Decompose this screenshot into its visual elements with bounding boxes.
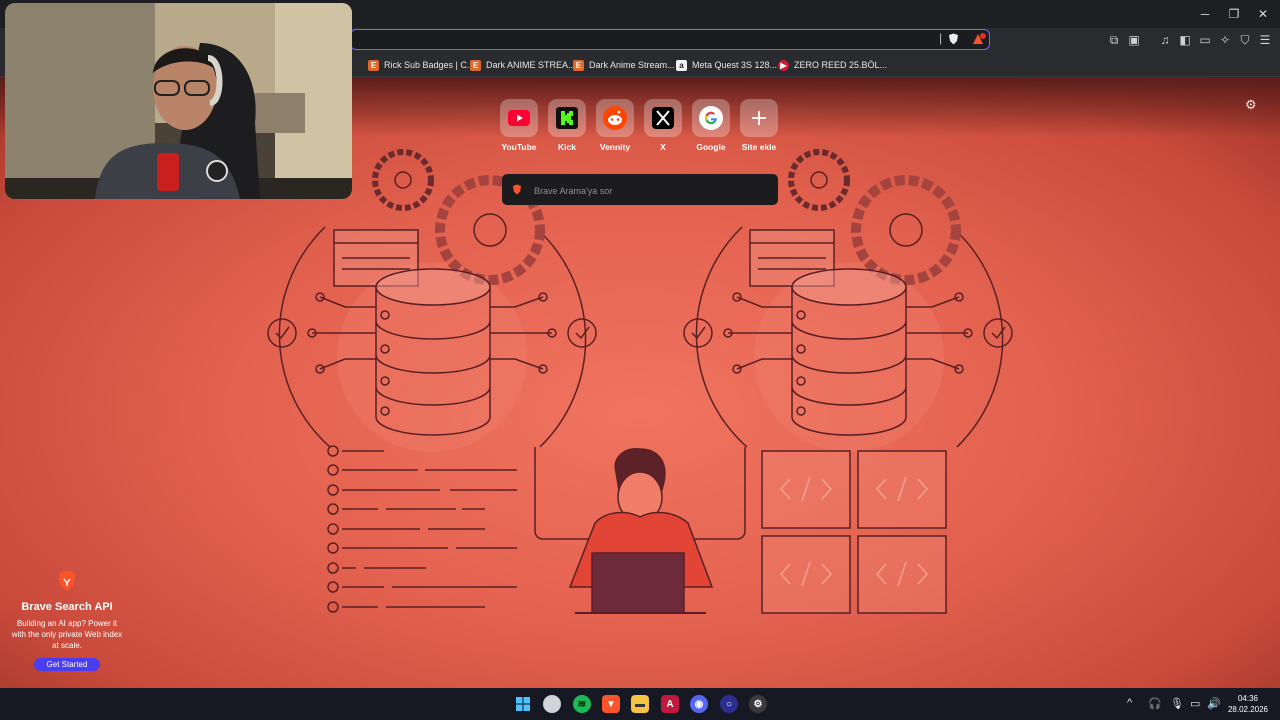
x-icon: [652, 107, 674, 129]
wallet-icon[interactable]: ▣: [1126, 32, 1142, 48]
shortcut-label: X: [660, 142, 666, 152]
clock-time: 04:36: [1237, 694, 1259, 703]
brave-lion-icon: [59, 571, 75, 591]
reddit-icon: [603, 106, 627, 130]
search-box[interactable]: [502, 174, 778, 207]
file-explorer-icon[interactable]: ▬: [631, 695, 649, 713]
promo-title: Brave Search API: [21, 601, 113, 613]
taskbar: ≋ ▼ ▬ A ◉ ○ ⚙ ^ 🎧 🎙 ▭ 🔊 04:36 28.02.2026: [0, 688, 1280, 720]
bookmark-favicon: E: [470, 59, 481, 71]
close-button[interactable]: ✕: [1251, 6, 1275, 22]
shortcut-google[interactable]: Google: [692, 99, 730, 152]
shortcut-kick[interactable]: Kick: [548, 99, 586, 152]
shortcut-label: Vennity: [599, 142, 631, 152]
tray-overflow-icon[interactable]: ^: [1127, 697, 1132, 709]
windows-start-icon[interactable]: [516, 697, 530, 711]
shortcut-add-site[interactable]: Site ekle: [740, 99, 778, 152]
leo-ai-icon[interactable]: ✧: [1217, 32, 1233, 48]
menu-icon[interactable]: ☰: [1257, 32, 1273, 48]
shortcut-youtube[interactable]: YouTube: [500, 99, 538, 152]
promo-text: Building an AI app? Power it with the on…: [11, 619, 123, 650]
minimize-button[interactable]: ─: [1193, 6, 1217, 22]
volume-icon[interactable]: 🔊: [1207, 697, 1221, 710]
bookmark-label: Dark Anime Stream...: [589, 60, 675, 70]
brave-shields-icon[interactable]: [948, 33, 959, 48]
webcam-overlay: [5, 3, 352, 199]
spotify-icon[interactable]: ≋: [573, 695, 591, 713]
discord-icon[interactable]: ◉: [690, 695, 708, 713]
bookmark-item[interactable]: E Rick Sub Badges | C...: [368, 57, 474, 73]
brave-search-api-promo: Brave Search API Building an AI app? Pow…: [10, 570, 124, 672]
shortcut-tile[interactable]: [740, 99, 778, 137]
divider: |: [939, 31, 943, 45]
bookmark-label: Dark ANIME STREA...: [486, 60, 576, 70]
extensions-icon[interactable]: ⧉: [1106, 32, 1122, 48]
shortcut-label: YouTube: [501, 142, 537, 152]
shortcut-tile[interactable]: [644, 99, 682, 137]
bookmark-item[interactable]: E Dark ANIME STREA...: [470, 57, 576, 73]
bookmark-label: Rick Sub Badges | C...: [384, 60, 475, 70]
shortcut-tile[interactable]: [692, 99, 730, 137]
clock-date: 28.02.2026: [1227, 705, 1269, 714]
get-started-button[interactable]: Get Started: [33, 658, 101, 671]
shortcut-tile[interactable]: [500, 99, 538, 137]
app-icon[interactable]: [543, 695, 561, 713]
bookmark-favicon: ▶: [778, 59, 789, 71]
webcam-feed-image: [5, 3, 352, 199]
bookmark-item[interactable]: E Dark Anime Stream...: [573, 57, 675, 73]
bookmark-item[interactable]: ▶ ZERO REED 25.BÖL...: [778, 57, 887, 73]
bookmark-label: Meta Quest 3S 128...: [692, 60, 778, 70]
shortcut-tile[interactable]: [596, 99, 634, 137]
steam-icon[interactable]: ⚙: [749, 695, 767, 713]
shortcut-tile[interactable]: [548, 99, 586, 137]
app-icon[interactable]: A: [661, 695, 679, 713]
sidebar-icon[interactable]: ◧: [1177, 32, 1193, 48]
shortcut-vennity[interactable]: Vennity: [596, 99, 634, 152]
bookmark-label: ZERO REED 25.BÖL...: [794, 60, 888, 70]
media-icon[interactable]: ♫: [1157, 32, 1173, 48]
address-bar[interactable]: |: [350, 29, 990, 50]
youtube-icon: [508, 110, 530, 126]
bookmark-favicon: E: [573, 59, 584, 71]
shortcut-x[interactable]: X: [644, 99, 682, 152]
bookmark-favicon: E: [368, 59, 379, 71]
system-clock[interactable]: 04:36 28.02.2026: [1222, 693, 1274, 715]
shortcut-label: Kick: [558, 142, 576, 152]
bookmark-favicon: a: [676, 59, 687, 71]
wallet-card-icon[interactable]: ▭: [1197, 32, 1213, 48]
settings-gear-icon[interactable]: ⚙: [1245, 97, 1257, 113]
bookmark-item[interactable]: a Meta Quest 3S 128...: [676, 57, 777, 73]
restore-button[interactable]: ❐: [1222, 6, 1246, 22]
brave-logo-icon: [513, 184, 521, 195]
top-sites: YouTube Kick Vennity X Google Site ekle: [500, 99, 778, 152]
headset-icon[interactable]: 🎧: [1148, 697, 1162, 710]
shortcut-label: Google: [696, 142, 726, 152]
kick-icon: [556, 107, 578, 129]
brave-rewards-icon[interactable]: [972, 33, 986, 48]
app-icon[interactable]: ○: [720, 695, 738, 713]
brave-taskbar-icon[interactable]: ▼: [602, 695, 620, 713]
search-input[interactable]: [532, 174, 776, 207]
microphone-icon[interactable]: 🎙: [1170, 697, 1184, 710]
plus-icon: [752, 111, 766, 125]
shortcut-label: Site ekle: [741, 142, 777, 152]
vpn-shield-icon[interactable]: ⛉: [1237, 32, 1253, 48]
google-icon: [699, 106, 723, 130]
network-icon[interactable]: ▭: [1190, 697, 1200, 710]
